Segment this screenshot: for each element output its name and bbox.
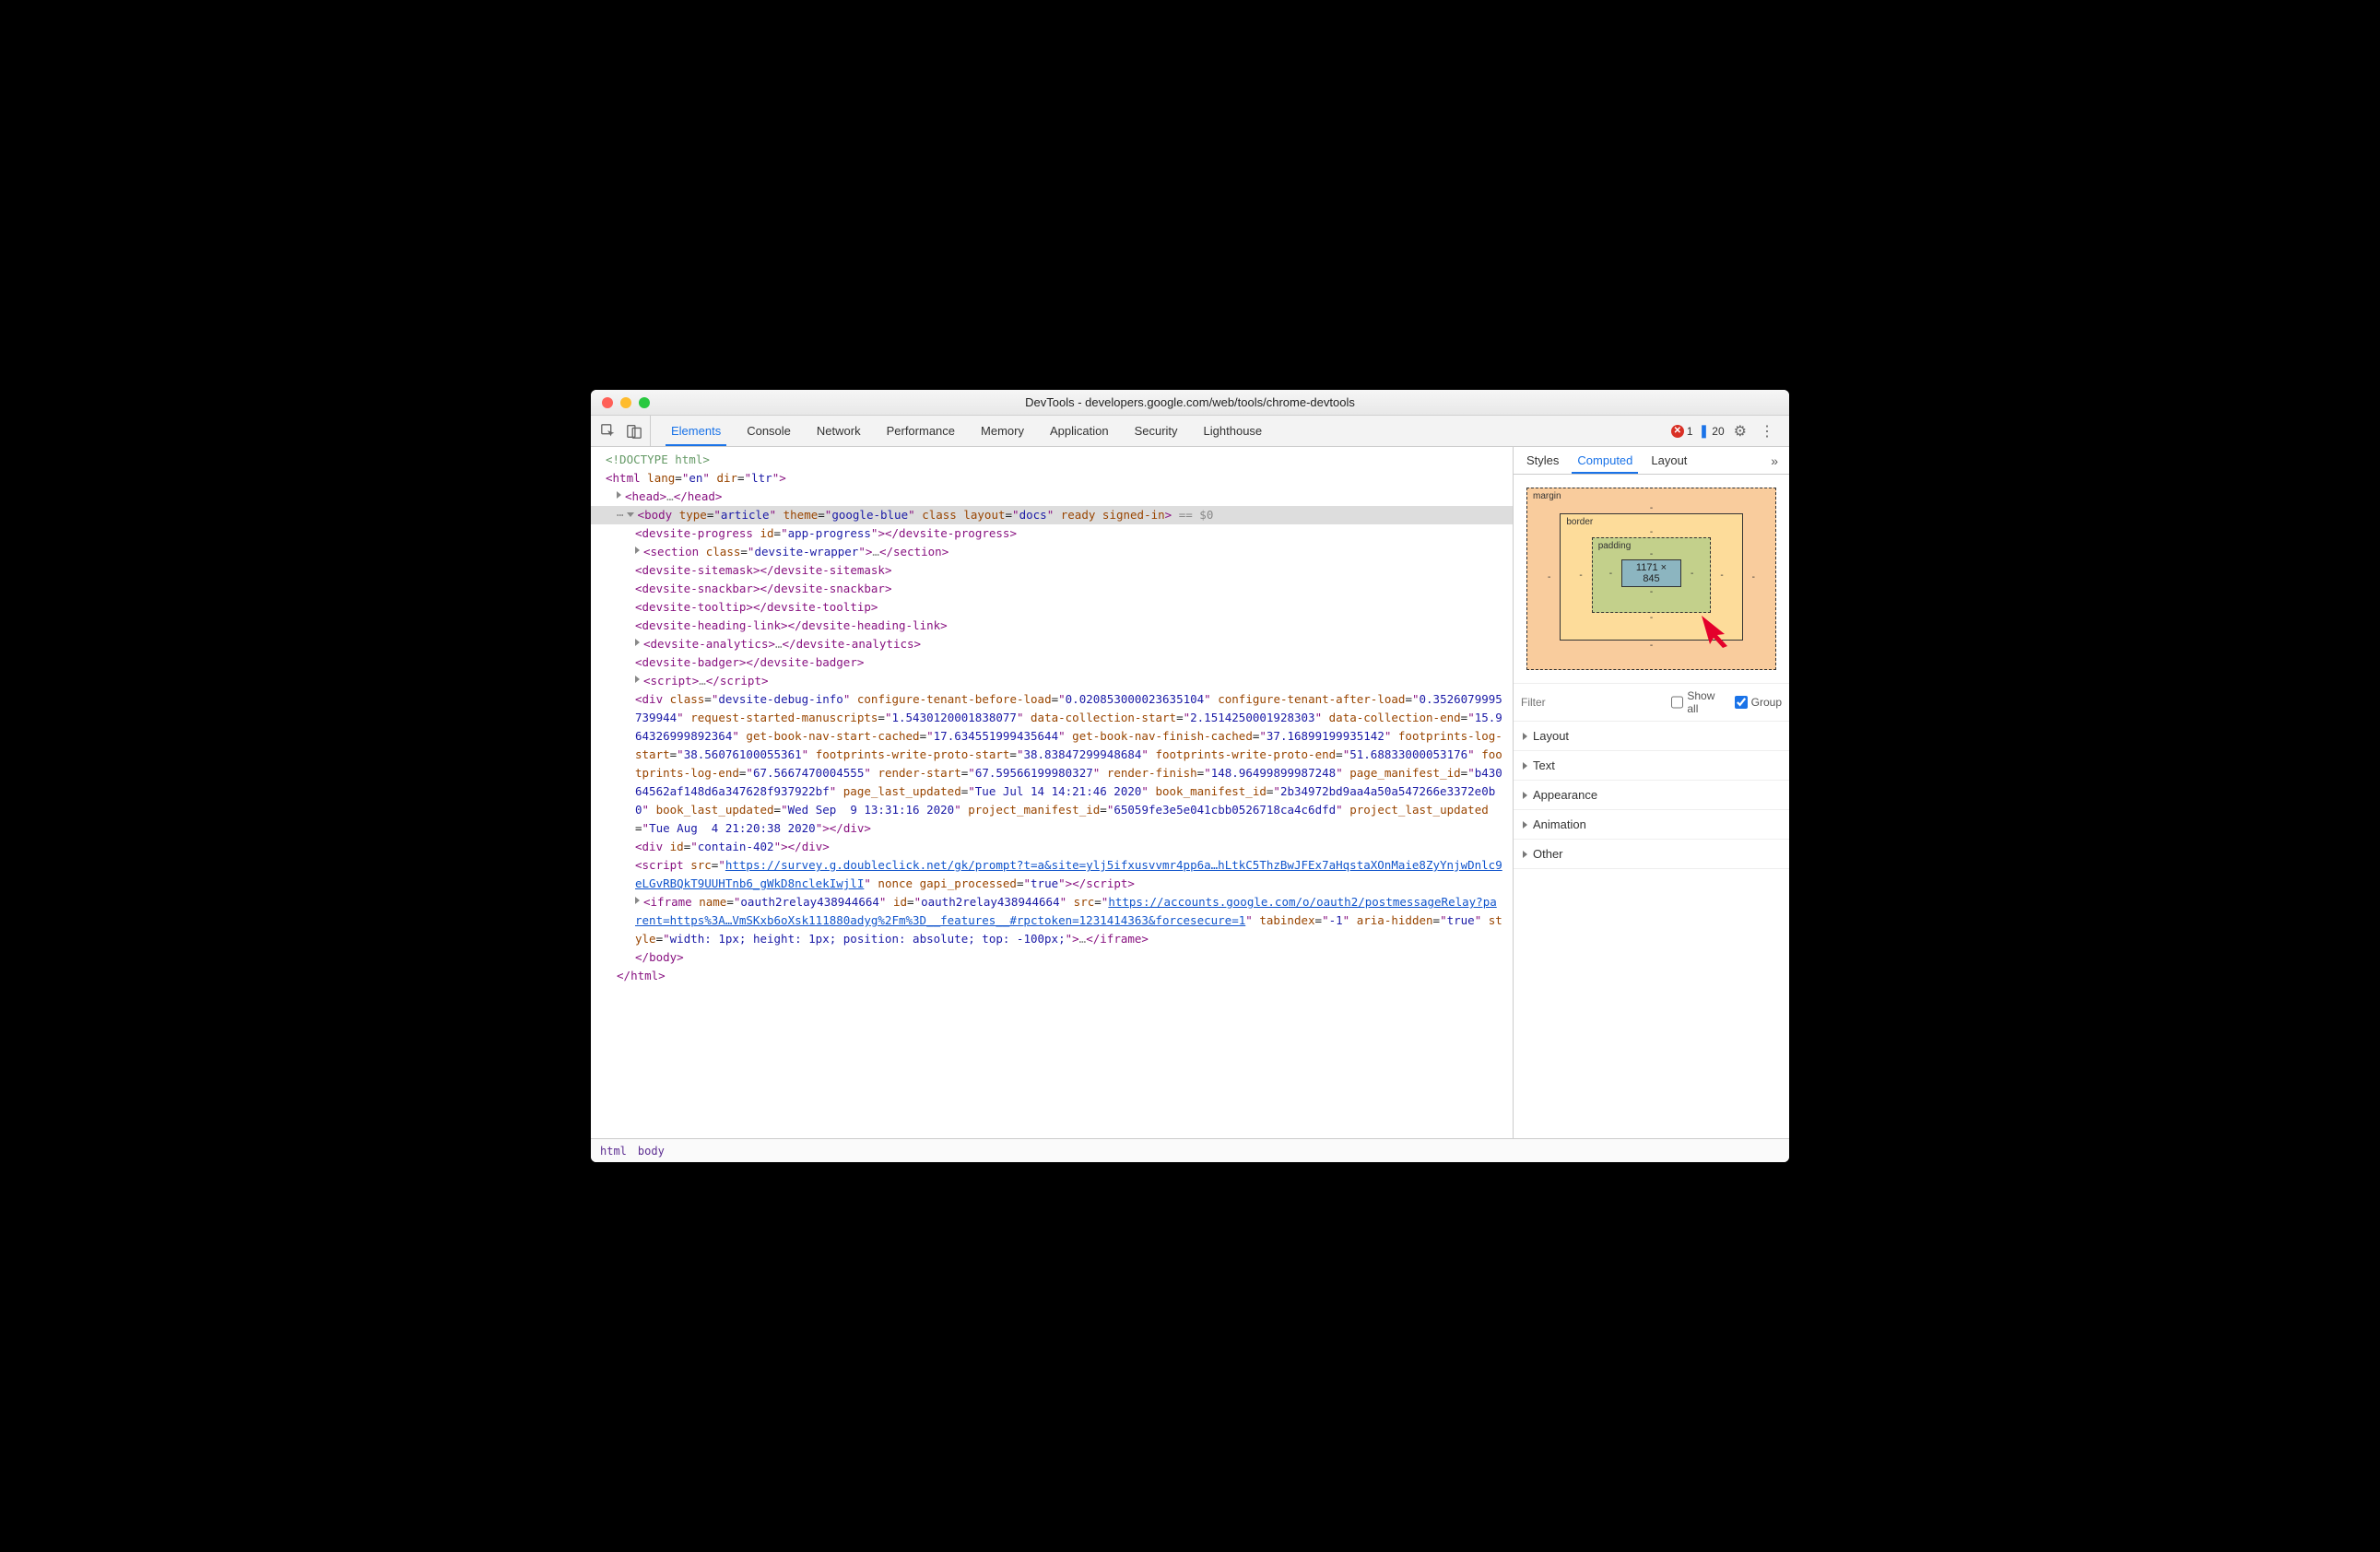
sidebar-tab-styles[interactable]: Styles	[1517, 447, 1568, 474]
filter-input[interactable]	[1521, 696, 1664, 709]
device-toggle-icon[interactable]	[626, 423, 642, 440]
dom-node[interactable]: <devsite-tooltip></devsite-tooltip>	[591, 598, 1513, 617]
inspect-element-icon[interactable]	[600, 423, 617, 440]
dom-node[interactable]: </body>	[591, 948, 1513, 967]
tab-network[interactable]: Network	[804, 416, 874, 446]
minimize-window-icon[interactable]	[620, 397, 631, 408]
settings-icon[interactable]: ⚙	[1730, 422, 1750, 441]
breadcrumb: html body	[591, 1138, 1789, 1162]
message-icon: ❚	[1699, 423, 1710, 439]
dom-node[interactable]: ⋯<body type="article" theme="google-blue…	[591, 506, 1513, 524]
group-other[interactable]: Other	[1514, 840, 1789, 869]
dom-node[interactable]: <html lang="en" dir="ltr">	[591, 469, 1513, 488]
show-all-checkbox[interactable]: Show all	[1671, 689, 1727, 715]
chevron-right-icon	[1523, 821, 1527, 829]
main-split: <!DOCTYPE html><html lang="en" dir="ltr"…	[591, 447, 1789, 1138]
titlebar: DevTools - developers.google.com/web/too…	[591, 390, 1789, 416]
sidebar: Styles Computed Layout » margin - - bord…	[1513, 447, 1789, 1138]
group-checkbox[interactable]: Group	[1735, 696, 1782, 709]
sidebar-tabs: Styles Computed Layout »	[1514, 447, 1789, 475]
tab-application[interactable]: Application	[1037, 416, 1122, 446]
box-model[interactable]: margin - - border - - padding -	[1514, 475, 1789, 683]
group-text[interactable]: Text	[1514, 751, 1789, 781]
dom-node[interactable]: <!DOCTYPE html>	[591, 451, 1513, 469]
tab-memory[interactable]: Memory	[968, 416, 1037, 446]
dom-node[interactable]: <script src="https://survey.g.doubleclic…	[591, 856, 1513, 893]
tab-elements[interactable]: Elements	[658, 416, 734, 446]
chevron-right-icon	[1523, 733, 1527, 740]
tab-console[interactable]: Console	[734, 416, 804, 446]
dom-node[interactable]: <iframe name="oauth2relay438944664" id="…	[591, 893, 1513, 948]
zoom-window-icon[interactable]	[639, 397, 650, 408]
dom-node[interactable]: <script>…</script>	[591, 672, 1513, 690]
sidebar-more-tabs[interactable]: »	[1763, 447, 1785, 474]
dom-node[interactable]: <devsite-analytics>…</devsite-analytics>	[591, 635, 1513, 653]
filter-row: Show all Group	[1514, 683, 1789, 722]
chevron-right-icon	[1523, 851, 1527, 858]
traffic-lights	[591, 397, 650, 408]
devtools-window: DevTools - developers.google.com/web/too…	[591, 390, 1789, 1162]
window-title: DevTools - developers.google.com/web/too…	[591, 395, 1789, 409]
tab-security[interactable]: Security	[1122, 416, 1191, 446]
dom-node[interactable]: <devsite-sitemask></devsite-sitemask>	[591, 561, 1513, 580]
bm-border: border - - padding - - 1171 × 845	[1560, 513, 1742, 641]
group-layout[interactable]: Layout	[1514, 722, 1789, 751]
chevron-right-icon	[1523, 762, 1527, 770]
more-icon[interactable]: ⋮	[1756, 422, 1778, 441]
bm-margin: margin - - border - - padding -	[1526, 488, 1776, 670]
bm-padding: padding - - 1171 × 845 - -	[1592, 537, 1712, 613]
panel-tabs: Elements Console Network Performance Mem…	[658, 416, 1275, 446]
close-window-icon[interactable]	[602, 397, 613, 408]
group-animation[interactable]: Animation	[1514, 810, 1789, 840]
dom-node[interactable]: <head>…</head>	[591, 488, 1513, 506]
dom-node[interactable]: <devsite-heading-link></devsite-heading-…	[591, 617, 1513, 635]
group-appearance[interactable]: Appearance	[1514, 781, 1789, 810]
dom-node[interactable]: <div id="contain-402"></div>	[591, 838, 1513, 856]
error-icon: ✕	[1671, 425, 1684, 438]
dom-node[interactable]: <section class="devsite-wrapper">…</sect…	[591, 543, 1513, 561]
toolbar-right: ✕ 1 ❚ 20 ⚙ ⋮	[1671, 422, 1784, 441]
dom-node[interactable]: </html>	[591, 967, 1513, 985]
error-count[interactable]: ✕ 1	[1671, 425, 1693, 438]
message-count[interactable]: ❚ 20	[1699, 423, 1725, 439]
dom-node[interactable]: <div class="devsite-debug-info" configur…	[591, 690, 1513, 838]
breadcrumb-html[interactable]: html	[600, 1145, 627, 1158]
breadcrumb-body[interactable]: body	[638, 1145, 665, 1158]
chevron-right-icon	[1523, 792, 1527, 799]
sidebar-tab-computed[interactable]: Computed	[1568, 447, 1642, 474]
sidebar-tab-layout[interactable]: Layout	[1642, 447, 1696, 474]
bm-content: 1171 × 845	[1621, 559, 1681, 587]
main-tabbar: Elements Console Network Performance Mem…	[591, 416, 1789, 447]
tab-performance[interactable]: Performance	[874, 416, 968, 446]
elements-panel[interactable]: <!DOCTYPE html><html lang="en" dir="ltr"…	[591, 447, 1513, 1138]
dom-node[interactable]: <devsite-progress id="app-progress"></de…	[591, 524, 1513, 543]
dom-node[interactable]: <devsite-snackbar></devsite-snackbar>	[591, 580, 1513, 598]
dom-node[interactable]: <devsite-badger></devsite-badger>	[591, 653, 1513, 672]
tab-lighthouse[interactable]: Lighthouse	[1191, 416, 1276, 446]
toolbar-left	[596, 416, 651, 446]
